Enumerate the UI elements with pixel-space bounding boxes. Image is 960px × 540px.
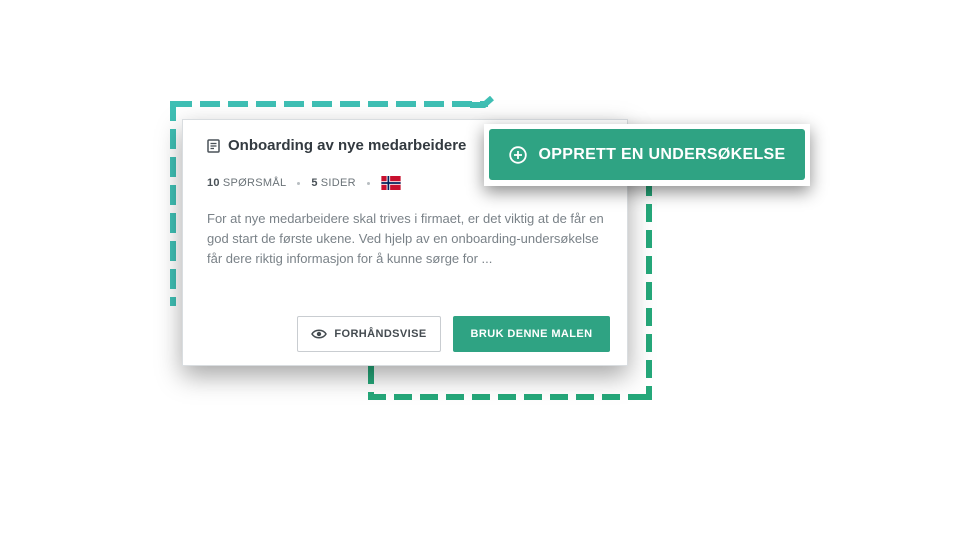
meta-separator [297, 181, 301, 185]
norway-flag-icon [381, 176, 401, 190]
green-dashed-outline-left [368, 366, 374, 400]
plus-circle-icon [508, 145, 527, 164]
green-dashed-outline-bottom [368, 394, 652, 400]
create-survey-button[interactable]: OPPRETT EN UNDERSØKELSE [489, 129, 805, 180]
document-icon [207, 138, 220, 153]
create-survey-highlight: OPPRETT EN UNDERSØKELSE [484, 124, 810, 186]
pages-count: 5 [311, 177, 318, 189]
pages-label: SIDER [320, 177, 356, 189]
preview-button[interactable]: FORHÅNDSVISE [297, 316, 441, 352]
template-description: For at nye medarbeidere skal trives i fi… [207, 211, 604, 266]
use-template-button[interactable]: BRUK DENNE MALEN [453, 316, 610, 352]
teal-dashed-outline-left [170, 101, 176, 306]
questions-count: 10 [207, 177, 220, 189]
preview-button-label: FORHÅNDSVISE [334, 328, 427, 340]
teal-dashed-outline-corner [470, 96, 494, 108]
questions-label: SPØRSMÅL [222, 177, 287, 189]
meta-separator [366, 181, 370, 185]
template-meta: 10 SPØRSMÅL 5 SIDER [207, 176, 401, 190]
card-title: Onboarding av nye medarbeidere [228, 137, 467, 154]
teal-dashed-outline-top [172, 101, 488, 107]
eye-icon [311, 329, 328, 339]
card-title-row: Onboarding av nye medarbeidere [207, 137, 466, 154]
green-dashed-outline-right [646, 178, 652, 400]
use-template-button-label: BRUK DENNE MALEN [470, 328, 593, 340]
create-survey-button-label: OPPRETT EN UNDERSØKELSE [538, 145, 786, 163]
